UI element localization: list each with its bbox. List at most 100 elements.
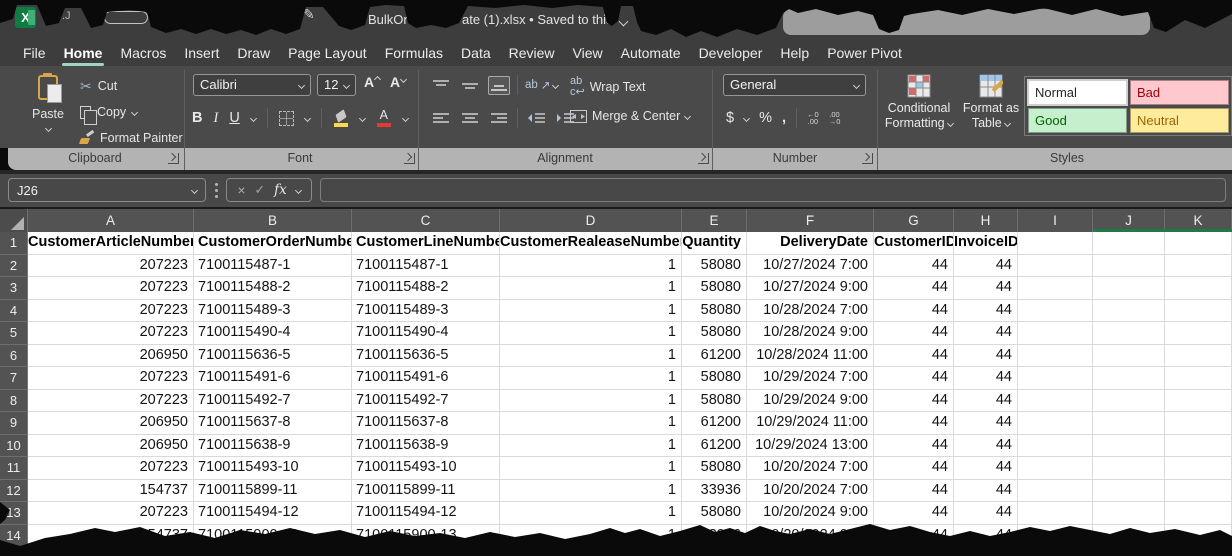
cell[interactable] [1018,457,1093,480]
font-color-button[interactable]: A [376,109,392,127]
tab-power-pivot[interactable]: Power Pivot [818,42,911,66]
decrease-decimal-button[interactable]: .00 →0 [829,111,841,126]
column-header-G[interactable]: G [874,209,954,232]
cell[interactable] [1165,322,1232,345]
cell[interactable]: 7100115487-1 [194,255,352,278]
cell[interactable] [1093,255,1165,278]
cell[interactable]: 58080 [682,502,747,525]
row-header-2[interactable]: 2 [0,255,28,278]
cell[interactable]: 1 [500,390,682,413]
cell[interactable]: InvoiceID [954,232,1018,255]
paste-dropdown-chevron-icon[interactable] [44,125,51,132]
cell[interactable]: 61200 [682,412,747,435]
cell[interactable]: 44 [954,502,1018,525]
currency-format-button[interactable]: $ [726,110,734,126]
cell[interactable]: 7100115637-8 [352,412,500,435]
cell[interactable] [1165,232,1232,255]
cell[interactable]: 10/29/2024 9:00 [747,390,874,413]
cell[interactable]: 7100115492-7 [194,390,352,413]
cell[interactable]: 1 [500,367,682,390]
cell[interactable]: 44 [954,255,1018,278]
cell[interactable] [1093,367,1165,390]
cell[interactable]: 7100115489-3 [352,300,500,323]
cell[interactable]: 10/28/2024 7:00 [747,300,874,323]
cell[interactable]: 44 [954,457,1018,480]
align-top-button[interactable] [430,76,452,95]
number-format-combobox[interactable]: General [723,74,866,96]
column-header-H[interactable]: H [954,209,1018,232]
cell[interactable]: 10/20/2024 7:00 [747,457,874,480]
cell[interactable]: 61200 [682,345,747,368]
tab-home[interactable]: Home [55,42,112,66]
style-good[interactable]: Good [1028,108,1127,133]
cell[interactable]: 207223 [28,255,194,278]
cell[interactable]: 7100115491-6 [352,367,500,390]
format-painter-button[interactable]: Format Painter [80,128,183,148]
cell[interactable] [1093,345,1165,368]
cell[interactable]: CustomerID [874,232,954,255]
font-color-dropdown-chevron-icon[interactable] [402,114,409,121]
increase-font-size-button[interactable]: A [364,74,380,90]
cell[interactable]: Quantity [682,232,747,255]
cell[interactable]: 10/27/2024 7:00 [747,255,874,278]
tab-automate[interactable]: Automate [612,42,690,66]
cell[interactable] [1018,232,1093,255]
decrease-indent-button[interactable] [525,109,547,128]
cut-button[interactable]: ✂ Cut [80,76,117,96]
fx-dropdown-chevron-icon[interactable] [295,186,302,193]
row-header-12[interactable]: 12 [0,480,28,503]
cell[interactable]: 10/29/2024 7:00 [747,367,874,390]
cell[interactable]: 7100115637-8 [194,412,352,435]
fill-color-button[interactable] [333,109,349,127]
increase-decimal-button[interactable]: ←0 .00 [807,111,819,126]
cell[interactable]: CustomerArticleNumber [28,232,194,255]
cell[interactable]: 10/29/2024 11:00 [747,412,874,435]
tab-insert[interactable]: Insert [175,42,228,66]
cell[interactable]: 7100115636-5 [194,345,352,368]
cell[interactable]: CustomerOrderNumber [194,232,352,255]
cell[interactable]: 58080 [682,300,747,323]
cell[interactable] [1018,480,1093,503]
cell[interactable] [1165,345,1232,368]
style-neutral[interactable]: Neutral [1130,108,1229,133]
cell[interactable]: 206950 [28,435,194,458]
paste-button[interactable]: Paste [22,72,74,144]
cell[interactable]: 58080 [682,367,747,390]
cell[interactable] [1165,457,1232,480]
align-bottom-button[interactable] [488,76,510,95]
cell[interactable]: 1 [500,435,682,458]
cell[interactable] [1093,390,1165,413]
cell[interactable]: 7100115490-4 [194,322,352,345]
tab-data[interactable]: Data [452,42,500,66]
cell[interactable]: 58080 [682,390,747,413]
cell[interactable]: 7100115899-11 [352,480,500,503]
row-header-1[interactable]: 1 [0,232,28,255]
clipboard-dialog-launcher-icon[interactable] [168,153,179,164]
tab-formulas[interactable]: Formulas [376,42,452,66]
orientation-button[interactable]: ab↗ [525,78,558,92]
cell[interactable]: 207223 [28,300,194,323]
enter-icon[interactable]: ✓ [254,182,265,198]
cell[interactable]: 44 [874,457,954,480]
tab-developer[interactable]: Developer [690,42,772,66]
row-header-9[interactable]: 9 [0,412,28,435]
cell[interactable]: 207223 [28,457,194,480]
column-header-F[interactable]: F [747,209,874,232]
cell[interactable] [1093,412,1165,435]
column-header-C[interactable]: C [352,209,500,232]
cell[interactable]: 7100115494-12 [194,502,352,525]
tab-view[interactable]: View [564,42,612,66]
row-header-6[interactable]: 6 [0,345,28,368]
cell[interactable]: 61200 [682,435,747,458]
cell[interactable]: 207223 [28,367,194,390]
percent-format-button[interactable]: % [759,110,772,126]
cell[interactable] [1165,390,1232,413]
cell[interactable] [1165,480,1232,503]
cell[interactable]: 58080 [682,255,747,278]
row-header-7[interactable]: 7 [0,367,28,390]
align-center-button[interactable] [459,109,481,128]
cell[interactable] [1018,300,1093,323]
cell[interactable]: 58080 [682,322,747,345]
cell[interactable]: 7100115899-11 [194,480,352,503]
align-right-button[interactable] [488,109,510,128]
